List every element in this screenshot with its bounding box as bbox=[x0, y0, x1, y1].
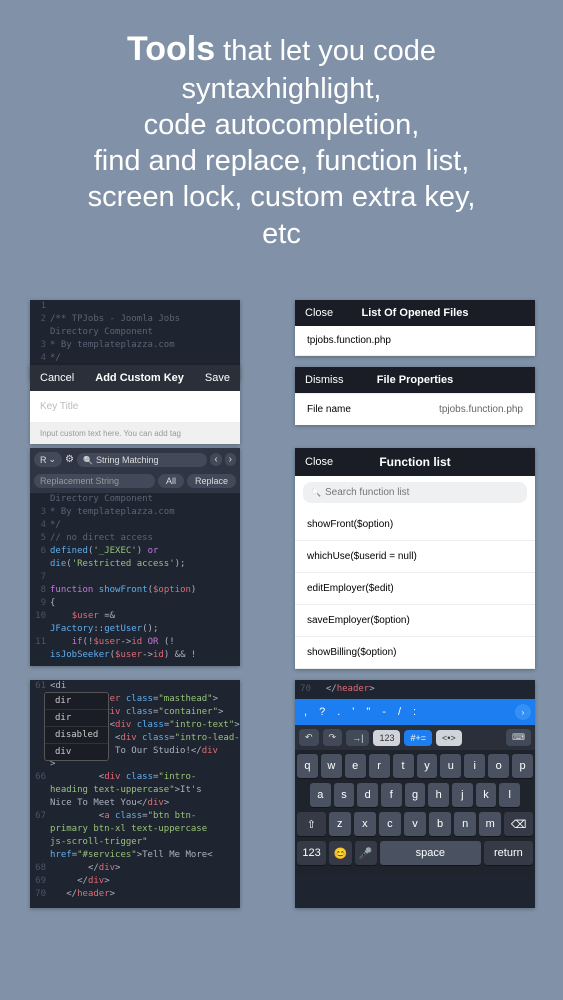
replace-all-button[interactable]: All bbox=[158, 474, 184, 488]
symbols-button[interactable]: #+= bbox=[404, 730, 432, 746]
key-q[interactable]: q bbox=[297, 754, 318, 778]
key-h[interactable]: h bbox=[428, 783, 449, 807]
file-properties-panel: Dismiss File Properties File name tpjobs… bbox=[295, 367, 535, 425]
hero-text: Tools that let you code syntaxhighlight,… bbox=[0, 0, 563, 264]
extra-key[interactable]: - bbox=[377, 704, 391, 720]
keyboard: qwertyuiop asdfghjkl ⇧zxcvbnm⌫ 123😊🎤spacere… bbox=[295, 750, 535, 874]
key-z[interactable]: z bbox=[329, 812, 351, 836]
opened-files-panel: Close List Of Opened Files tpjobs.functi… bbox=[295, 300, 535, 356]
cancel-button[interactable]: Cancel bbox=[40, 372, 74, 384]
key-j[interactable]: j bbox=[452, 783, 473, 807]
key-u[interactable]: u bbox=[440, 754, 461, 778]
key-g[interactable]: g bbox=[405, 783, 426, 807]
function-list-item[interactable]: saveEmployer($option) bbox=[295, 605, 535, 637]
tab-button[interactable]: →| bbox=[346, 730, 369, 746]
keyboard-accessory: ↶ ↷ →| 123 #+= <•> ⌨ bbox=[295, 725, 535, 750]
replace-button[interactable]: Replace bbox=[187, 474, 236, 488]
extra-key[interactable]: . bbox=[332, 704, 345, 720]
extra-key[interactable]: ? bbox=[314, 704, 330, 720]
add-custom-key-dialog: Cancel Add Custom Key Save Input custom … bbox=[30, 365, 240, 444]
search-icon bbox=[83, 455, 93, 465]
emoji-key[interactable]: 😊 bbox=[329, 841, 351, 865]
key-title-input[interactable] bbox=[40, 401, 230, 412]
key-s[interactable]: s bbox=[334, 783, 355, 807]
search-bar[interactable] bbox=[303, 482, 527, 503]
key-v[interactable]: v bbox=[404, 812, 426, 836]
key-e[interactable]: e bbox=[345, 754, 366, 778]
chevron-right-icon[interactable]: › bbox=[515, 704, 531, 720]
function-search-input[interactable] bbox=[325, 487, 519, 498]
key-f[interactable]: f bbox=[381, 783, 402, 807]
undo-button[interactable]: ↶ bbox=[299, 729, 319, 746]
helper-text: Input custom text here. You can add tag bbox=[30, 423, 240, 444]
mic-key[interactable]: 🎤 bbox=[355, 841, 377, 865]
dialog-title: Add Custom Key bbox=[95, 372, 184, 384]
key-k[interactable]: k bbox=[476, 783, 497, 807]
panel-title: Function list bbox=[295, 455, 535, 469]
function-list-item[interactable]: showFront($option) bbox=[295, 509, 535, 541]
mode-key[interactable]: 123 bbox=[297, 841, 326, 865]
key-d[interactable]: d bbox=[357, 783, 378, 807]
key-m[interactable]: m bbox=[479, 812, 501, 836]
space-key[interactable]: space bbox=[380, 841, 481, 865]
next-match-button[interactable]: › bbox=[225, 453, 236, 466]
gear-icon[interactable] bbox=[65, 454, 74, 465]
property-label: File name bbox=[307, 404, 351, 415]
key-a[interactable]: a bbox=[310, 783, 331, 807]
key-c[interactable]: c bbox=[379, 812, 401, 836]
hero-bold: Tools bbox=[127, 30, 215, 68]
mode-selector[interactable]: R ⌄ bbox=[34, 452, 62, 467]
list-item[interactable]: tpjobs.function.php bbox=[295, 326, 535, 356]
search-icon bbox=[311, 487, 321, 498]
autocomplete-item[interactable]: div bbox=[45, 744, 108, 760]
hide-keyboard-icon[interactable]: ⌨ bbox=[506, 729, 531, 746]
replacement-input[interactable]: Replacement String bbox=[34, 474, 155, 488]
redo-button[interactable]: ↷ bbox=[323, 729, 343, 746]
function-list-panel: Close Function list showFront($option)wh… bbox=[295, 448, 535, 669]
delete-key[interactable]: ⌫ bbox=[504, 812, 533, 836]
find-replace-panel: R ⌄ String Matching ‹ › Replacement Stri… bbox=[30, 448, 240, 666]
prev-match-button[interactable]: ‹ bbox=[210, 453, 221, 466]
autocomplete-item[interactable]: disabled bbox=[45, 727, 108, 744]
key-w[interactable]: w bbox=[321, 754, 342, 778]
numbers-button[interactable]: 123 bbox=[373, 730, 400, 746]
autocomplete-item[interactable]: dir bbox=[45, 693, 108, 710]
function-list-item[interactable]: whichUse($userid = null) bbox=[295, 541, 535, 573]
extra-key[interactable]: , bbox=[299, 704, 312, 720]
extra-key-toolbar: ,?.'"-/: › bbox=[295, 699, 535, 725]
keyboard-panel: 70 </header> ,?.'"-/:› ↶ ↷ →| 123 #+= <•… bbox=[295, 680, 535, 908]
key-y[interactable]: y bbox=[417, 754, 438, 778]
extra-key[interactable]: : bbox=[408, 704, 421, 720]
key-o[interactable]: o bbox=[488, 754, 509, 778]
key-n[interactable]: n bbox=[454, 812, 476, 836]
extra-key[interactable]: ' bbox=[347, 704, 359, 720]
extra-key[interactable]: " bbox=[361, 704, 375, 720]
shift-key[interactable]: ⇧ bbox=[297, 812, 326, 836]
save-button[interactable]: Save bbox=[205, 372, 230, 384]
key-x[interactable]: x bbox=[354, 812, 376, 836]
function-list-item[interactable]: showBilling($option) bbox=[295, 637, 535, 669]
search-input[interactable]: String Matching bbox=[77, 453, 207, 467]
autocomplete-item[interactable]: dir bbox=[45, 710, 108, 727]
key-l[interactable]: l bbox=[499, 783, 520, 807]
key-i[interactable]: i bbox=[464, 754, 485, 778]
key-b[interactable]: b bbox=[429, 812, 451, 836]
property-value: tpjobs.function.php bbox=[439, 404, 523, 415]
return-key[interactable]: return bbox=[484, 841, 533, 865]
key-t[interactable]: t bbox=[393, 754, 414, 778]
autocomplete-popup: dirdirdisableddiv bbox=[44, 692, 109, 761]
key-p[interactable]: p bbox=[512, 754, 533, 778]
function-list-item[interactable]: editEmployer($edit) bbox=[295, 573, 535, 605]
panel-title: List Of Opened Files bbox=[295, 307, 535, 319]
panel-title: File Properties bbox=[295, 374, 535, 386]
code-editor-autocomplete: 61<di der class="masthead"> <iv class="c… bbox=[30, 680, 240, 908]
angle-button[interactable]: <•> bbox=[436, 730, 462, 746]
key-r[interactable]: r bbox=[369, 754, 390, 778]
extra-key[interactable]: / bbox=[393, 704, 406, 720]
